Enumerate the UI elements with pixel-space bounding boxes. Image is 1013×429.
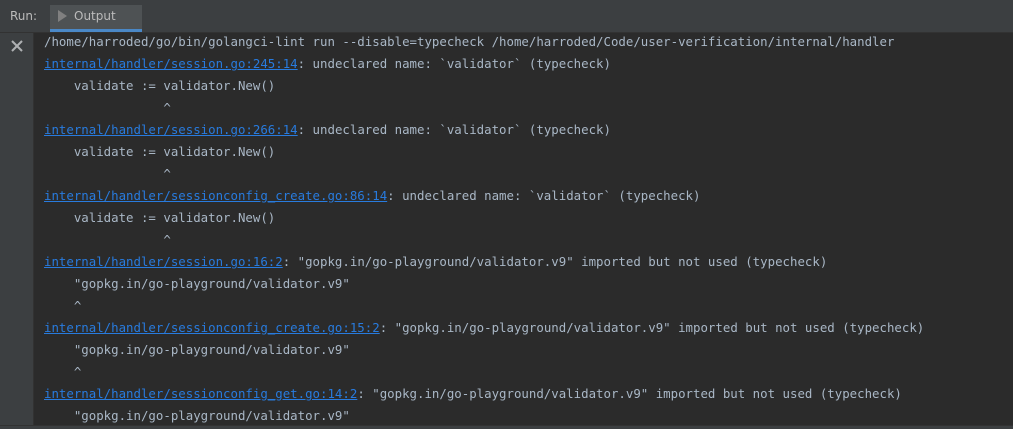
source-line: "gopkg.in/go-playground/validator.v9" [44, 273, 350, 295]
source-line: validate := validator.New() [44, 207, 275, 229]
command-line: /home/harroded/go/bin/golangci-lint run … [44, 34, 895, 49]
message-text: "gopkg.in/go-playground/validator.v9" [44, 342, 350, 357]
source-line: ^ [44, 163, 171, 185]
message-text: validate := validator.New() [44, 210, 276, 225]
message-text: ^ [44, 166, 171, 181]
message-text: : "gopkg.in/go-playground/validator.v9" … [357, 386, 902, 401]
error-line: internal/handler/session.go:266:14: unde… [44, 119, 611, 141]
message-text: : undeclared name: `validator` (typechec… [297, 122, 611, 137]
message-text: : "gopkg.in/go-playground/validator.v9" … [282, 254, 828, 269]
console-output[interactable]: /home/harroded/go/bin/golangci-lint run … [44, 33, 1013, 425]
tab-output-label: Output [74, 9, 116, 23]
error-line: internal/handler/sessionconfig_create.go… [44, 185, 700, 207]
source-line: ^ [44, 97, 171, 119]
console-gutter [0, 33, 34, 425]
run-tool-window: Run: Output /home/harroded/go/bin/golang… [0, 0, 1013, 429]
message-text: "gopkg.in/go-playground/validator.v9" [44, 276, 350, 291]
source-line: ^ [44, 295, 81, 317]
error-line: internal/handler/session.go:16:2: "gopkg… [44, 251, 827, 273]
file-location-link[interactable]: internal/handler/sessionconfig_get.go:14… [44, 386, 357, 401]
message-text: ^ [44, 298, 82, 313]
file-location-link[interactable]: internal/handler/sessionconfig_create.go… [44, 188, 387, 203]
message-text: ^ [44, 232, 171, 247]
message-text: ^ [44, 364, 82, 379]
error-line: internal/handler/session.go:245:14: unde… [44, 53, 611, 75]
window-top-strip [0, 0, 1013, 6]
message-text: : undeclared name: `validator` (typechec… [297, 56, 611, 71]
source-line: validate := validator.New() [44, 141, 275, 163]
message-text: "gopkg.in/go-playground/validator.v9" [44, 408, 350, 423]
message-text: ^ [44, 100, 171, 115]
source-line: "gopkg.in/go-playground/validator.v9" [44, 339, 350, 361]
message-text: : undeclared name: `validator` (typechec… [387, 188, 701, 203]
source-line: ^ [44, 361, 81, 383]
error-line: internal/handler/sessionconfig_get.go:14… [44, 383, 902, 405]
source-line: ^ [44, 229, 171, 251]
error-line: internal/handler/sessionconfig_create.go… [44, 317, 924, 339]
file-location-link[interactable]: internal/handler/session.go:245:14 [44, 56, 298, 71]
message-text: validate := validator.New() [44, 144, 276, 159]
file-location-link[interactable]: internal/handler/session.go:266:14 [44, 122, 298, 137]
source-line: validate := validator.New() [44, 75, 275, 97]
message-text: : "gopkg.in/go-playground/validator.v9" … [379, 320, 925, 335]
play-icon [58, 10, 67, 22]
bottom-tool-strip [0, 425, 1013, 429]
message-text: validate := validator.New() [44, 78, 276, 93]
tab-output[interactable]: Output [50, 5, 142, 32]
close-icon[interactable] [10, 39, 24, 53]
run-toolbar: Run: Output [0, 0, 1013, 33]
run-label: Run: [10, 9, 38, 23]
file-location-link[interactable]: internal/handler/session.go:16:2 [44, 254, 283, 269]
file-location-link[interactable]: internal/handler/sessionconfig_create.go… [44, 320, 380, 335]
source-line: "gopkg.in/go-playground/validator.v9" [44, 405, 350, 425]
